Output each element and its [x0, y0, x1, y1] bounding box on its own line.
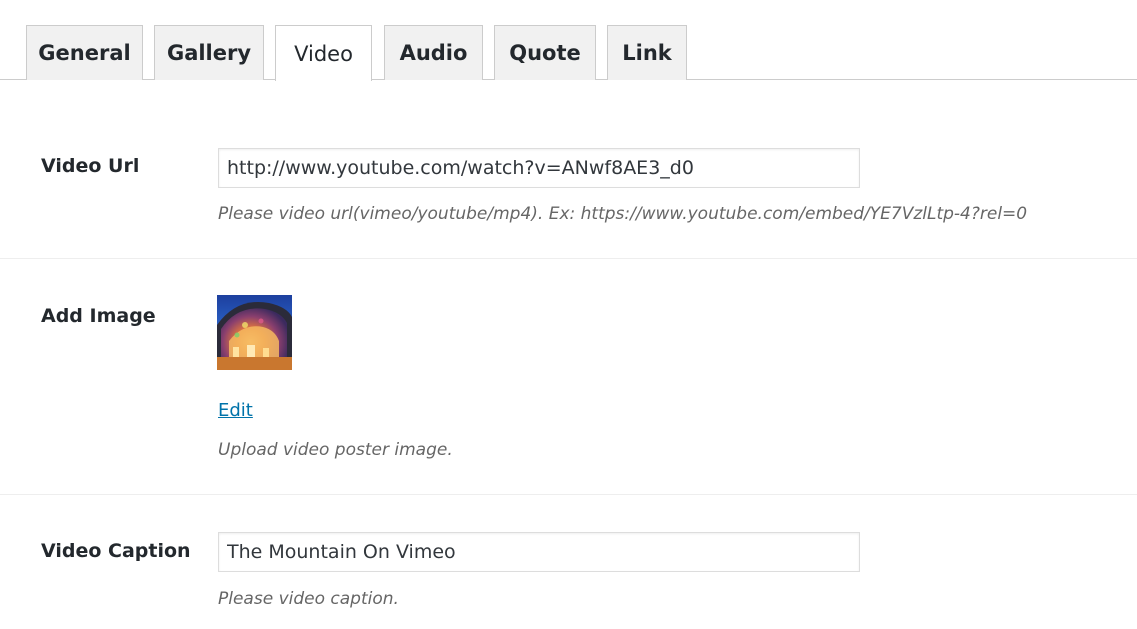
video-url-input[interactable]: [218, 148, 860, 188]
tab-link[interactable]: Link: [607, 25, 687, 80]
add-image-row: [0, 259, 1137, 495]
tab-video[interactable]: Video: [275, 25, 372, 81]
tab-gallery[interactable]: Gallery: [154, 25, 264, 80]
video-caption-label: Video Caption: [41, 540, 191, 562]
video-poster-image[interactable]: [217, 295, 292, 370]
post-format-tabs: General Gallery Video Audio Quote Link: [0, 0, 1137, 81]
add-image-label: Add Image: [41, 305, 156, 327]
tab-quote[interactable]: Quote: [494, 25, 596, 80]
tab-audio[interactable]: Audio: [384, 25, 483, 80]
tab-general[interactable]: General: [26, 25, 143, 80]
video-url-description: Please video url(vimeo/youtube/mp4). Ex:…: [218, 204, 1028, 224]
video-caption-input[interactable]: [218, 532, 860, 572]
video-url-label: Video Url: [41, 155, 140, 177]
add-image-description: Upload video poster image.: [218, 440, 453, 460]
video-caption-description: Please video caption.: [218, 589, 399, 609]
edit-image-link[interactable]: Edit: [218, 400, 253, 421]
